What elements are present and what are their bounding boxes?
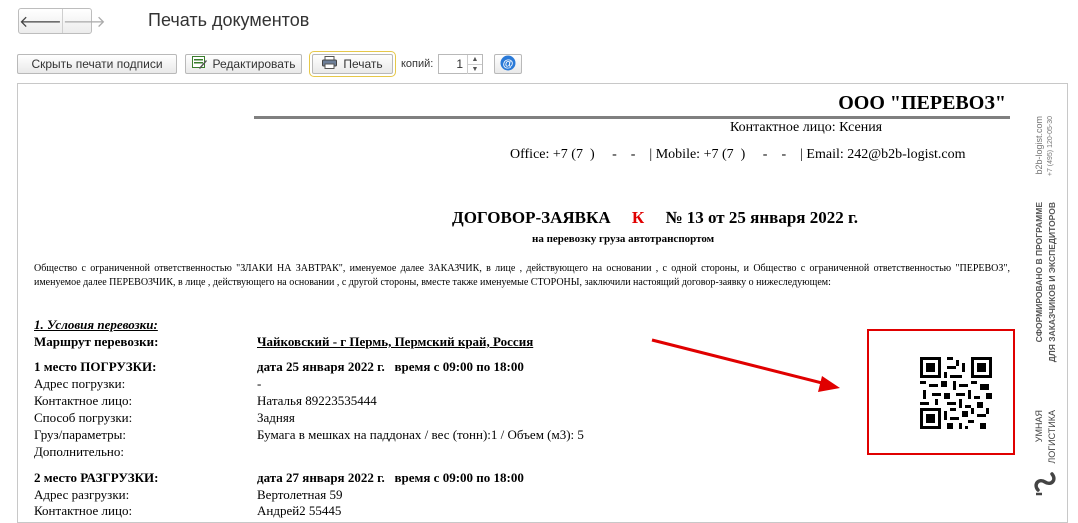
printer-icon xyxy=(322,56,338,72)
hide-stamps-button[interactable]: Скрыть печати подписи xyxy=(17,54,177,74)
load-address-value: - xyxy=(257,376,262,391)
load-time: дата 25 января 2022 г. время с 09:00 по … xyxy=(257,359,524,374)
email-button[interactable]: @ xyxy=(494,54,522,74)
annotation-arrow xyxy=(651,338,840,392)
load-address-label: Адрес погрузки: xyxy=(34,376,126,391)
unload-address-value: Вертолетная 59 xyxy=(257,487,343,502)
brand-site: b2b-logist.com xyxy=(1034,116,1044,175)
load-method-label: Способ погрузки: xyxy=(34,410,133,425)
load-contact-value: Наталья 89223535444 xyxy=(257,393,377,408)
unload-contact-label: Контактное лицо: xyxy=(34,503,133,518)
hide-stamps-label: Скрыть печати подписи xyxy=(31,57,163,71)
load-label: 1 место ПОГРУЗКИ: xyxy=(34,359,157,374)
stepper-up-icon[interactable]: ▲ xyxy=(467,55,482,64)
edit-label: Редактировать xyxy=(212,57,296,71)
document-subtitle: на перевозку груза автотранспортом xyxy=(532,233,715,245)
document-title: ДОГОВОР-ЗАЯВКА К № 13 от 25 января 2022 … xyxy=(452,208,858,228)
copies-label: копий: xyxy=(401,58,434,70)
brand-phone: +7 (495) 120-05-30 xyxy=(1047,116,1054,177)
unload-address-label: Адрес разгрузки: xyxy=(34,487,130,502)
section-heading: 1. Условия перевозки: xyxy=(34,317,158,332)
back-button[interactable]: 🡐 xyxy=(19,9,62,33)
copies-stepper[interactable]: 1 ▲ ▼ xyxy=(438,54,483,74)
print-button[interactable]: Печать xyxy=(309,51,396,77)
brand-tagline2: ДЛЯ ЗАКАЗЧИКОВ И ЭКСПЕДИТОРОВ xyxy=(1047,202,1057,363)
brand-tagline1: СФОРМИРОВАНО В ПРОГРАММЕ xyxy=(1034,202,1044,343)
print-label: Печать xyxy=(343,57,383,71)
nav-buttons: 🡐 🡒 xyxy=(18,8,106,34)
stepper-down-icon[interactable]: ▼ xyxy=(467,64,482,74)
brand-name2: ЛОГИСТИКА xyxy=(1047,410,1057,464)
copies-value: 1 xyxy=(456,57,463,71)
unload-contact-value: Андрей2 55445 xyxy=(257,503,342,518)
contact-person: Контактное лицо: Ксения xyxy=(730,120,883,135)
arrow-left-icon: 🡐 xyxy=(19,13,62,31)
brand-name1: УМНАЯ xyxy=(1034,410,1044,443)
route-label: Маршрут перевозки: xyxy=(34,334,159,349)
load-method-value: Задняя xyxy=(257,410,295,425)
cargo-value: Бумага в мешках на паддонах / вес (тонн)… xyxy=(257,427,584,442)
svg-text:@: @ xyxy=(503,58,514,70)
extra-label: Дополнительно: xyxy=(34,444,124,459)
edit-icon xyxy=(191,56,207,72)
window-title: Печать документов xyxy=(148,10,310,30)
arrow-right-icon: 🡒 xyxy=(62,13,106,31)
load-contact-label: Контактное лицо: xyxy=(34,393,133,408)
edit-button[interactable]: Редактировать xyxy=(185,54,302,74)
cargo-label: Груз/параметры: xyxy=(34,427,126,442)
title-mark: К xyxy=(631,208,645,227)
intro-paragraph: Общество с ограниченной ответственностью… xyxy=(34,263,1010,288)
brand-logo-icon xyxy=(1034,472,1056,496)
forward-button[interactable]: 🡒 xyxy=(61,9,106,33)
qr-code-icon xyxy=(920,357,992,429)
unload-time: дата 27 января 2022 г. время с 09:00 по … xyxy=(257,470,524,485)
header-divider xyxy=(254,116,1010,119)
route-value: Чайковский - г Пермь, Пермский край, Рос… xyxy=(257,334,534,349)
unload-label: 2 место РАЗГРУЗКИ: xyxy=(34,470,159,485)
email-icon: @ xyxy=(500,55,516,74)
title-left: ДОГОВОР-ЗАЯВКА xyxy=(452,208,611,227)
branding-strip: b2b-logist.com +7 (495) 120-05-30 СФОРМИ… xyxy=(1028,110,1068,513)
phone-line: Office: +7 (7 ) - - | Mobile: +7 (7 ) - … xyxy=(510,147,966,162)
title-right: № 13 от 25 января 2022 г. xyxy=(665,208,859,227)
company-name: ООО "ПЕРЕВОЗ" xyxy=(838,92,1006,114)
